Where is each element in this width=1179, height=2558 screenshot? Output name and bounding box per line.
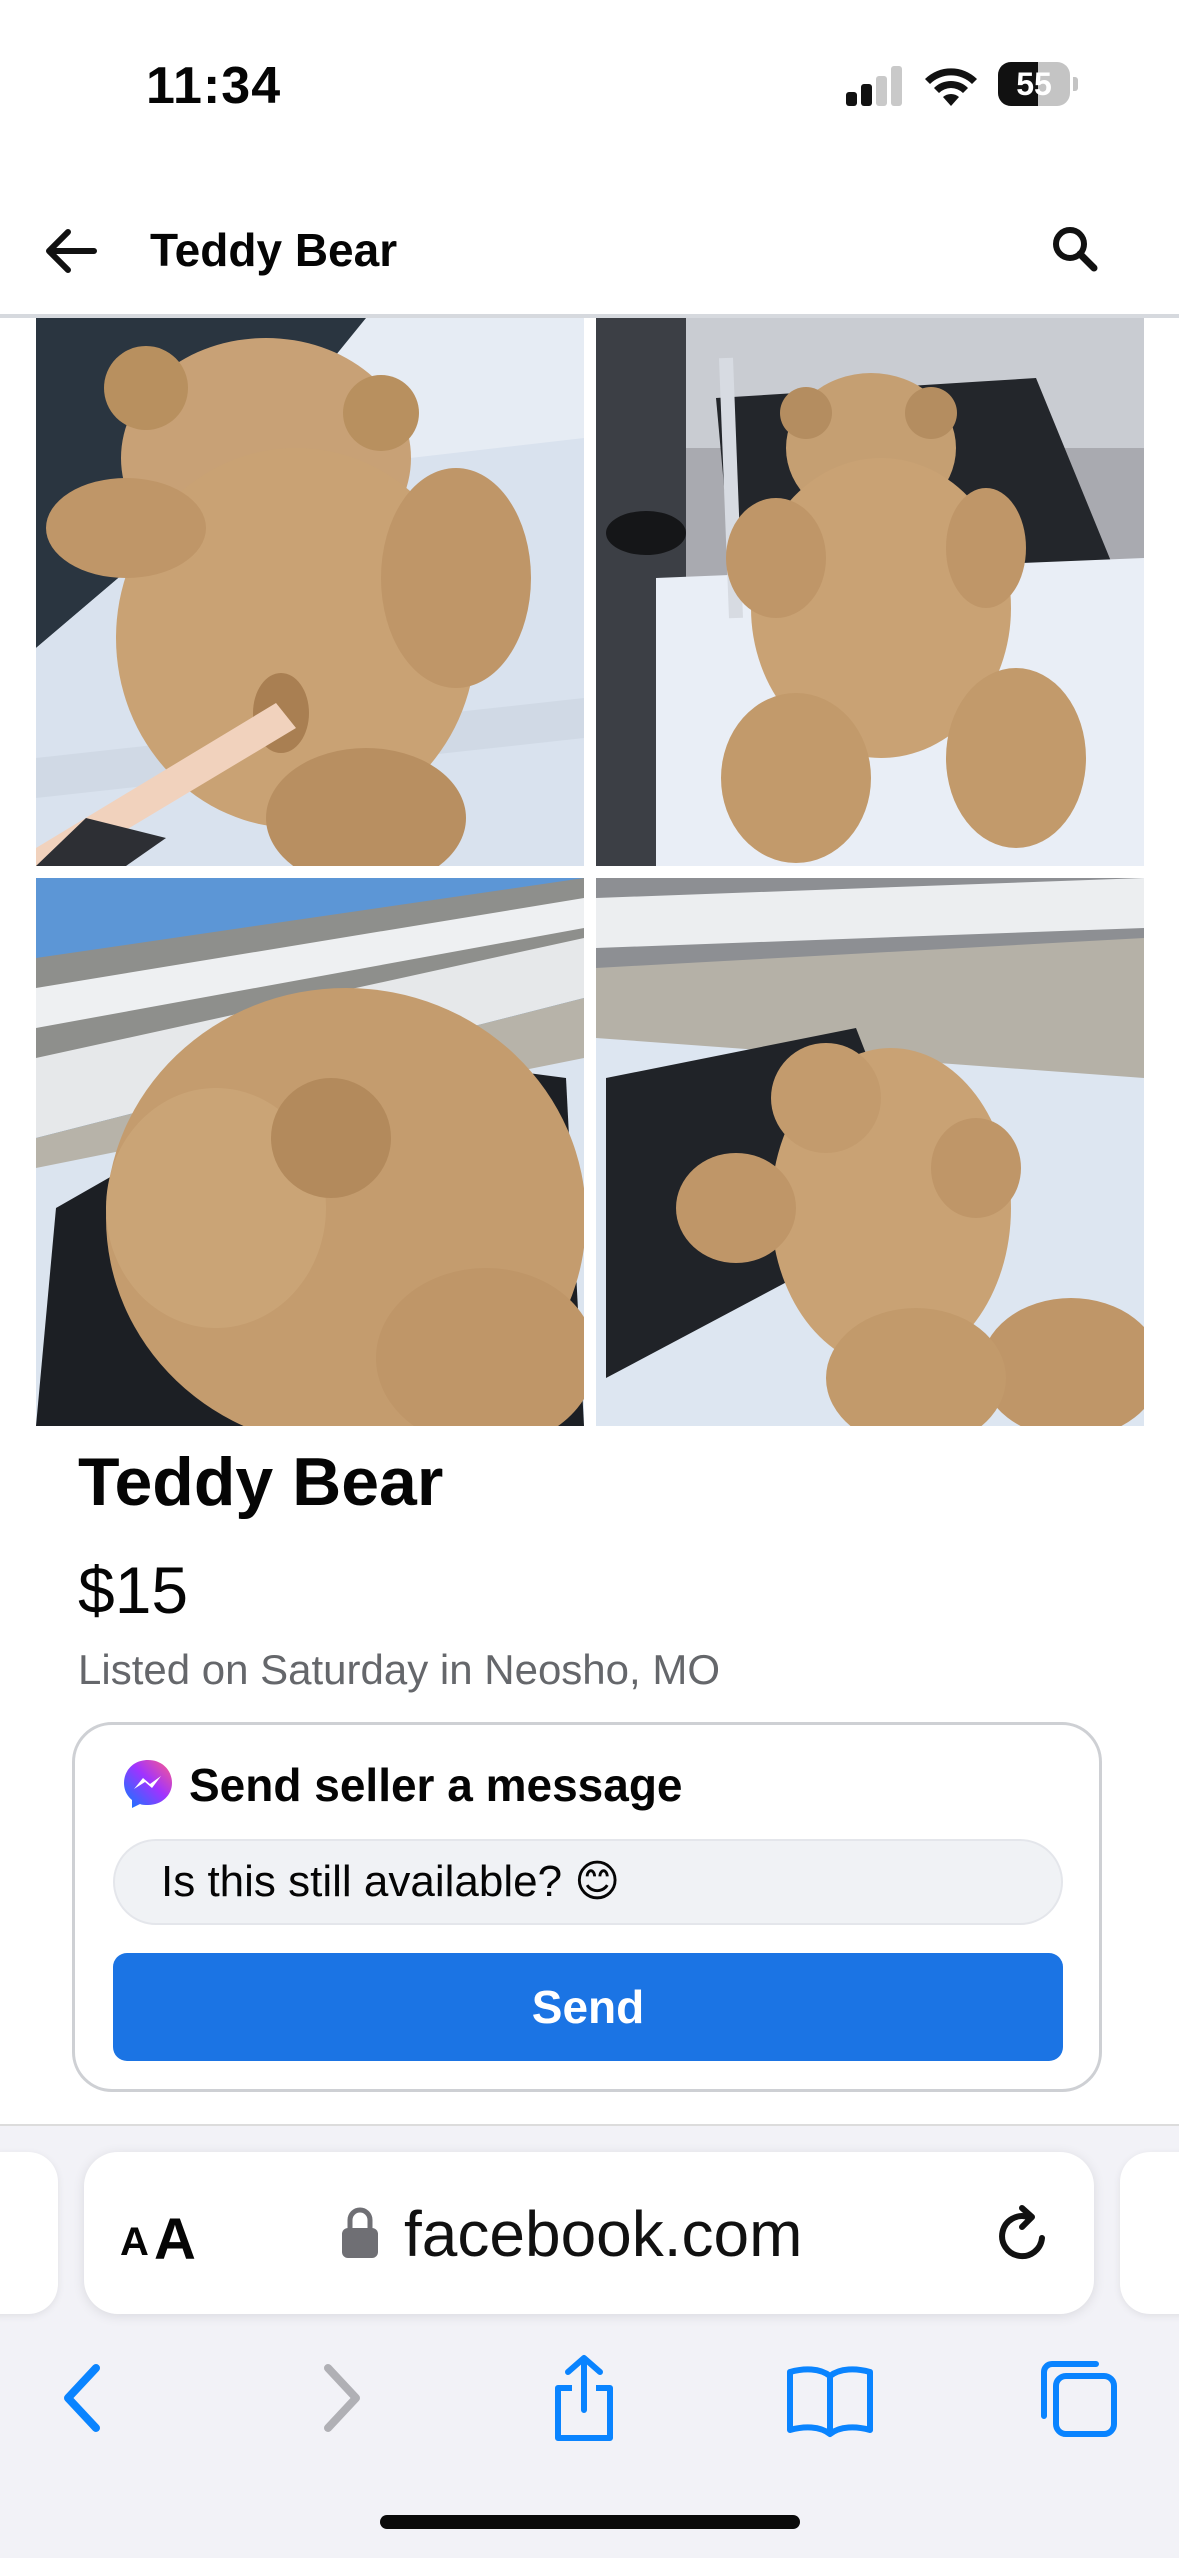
home-indicator [380,2515,800,2529]
text-size-button[interactable]: A A [120,2200,210,2272]
status-bar: 11:34 55 [0,0,1179,170]
book-icon [787,2366,873,2437]
back-arrow-icon[interactable] [38,218,104,284]
text-size-small-glyph: A [120,2220,149,2264]
share-icon [555,2355,613,2441]
listing-photo-2[interactable] [596,318,1144,866]
listing-photo-1[interactable] [36,318,584,866]
share-button[interactable] [536,2350,632,2446]
listing-title: Teddy Bear [78,1444,444,1520]
safari-browser-bar: A A facebook.com [0,2124,1179,2558]
page-title: Teddy Bear [150,224,398,276]
chevron-right-icon [324,2364,360,2432]
browser-forward-button[interactable] [290,2350,386,2446]
messenger-icon [124,1760,172,1808]
battery-icon: 55 [998,62,1078,106]
bookmarks-button[interactable] [782,2350,878,2446]
next-tab-preview[interactable] [1120,2152,1179,2314]
send-button[interactable]: Send [113,1953,1063,2061]
status-time: 11:34 [146,57,282,115]
wifi-icon [925,68,977,106]
listing-photo-4[interactable] [596,878,1144,1426]
tabs-button[interactable] [1030,2350,1126,2446]
address-bar[interactable]: A A facebook.com [84,2152,1094,2314]
tabs-icon [1041,2361,1117,2437]
chevron-left-icon [64,2364,100,2432]
search-icon[interactable] [1048,222,1102,276]
lock-icon [342,2207,378,2258]
listing-meta: Listed on Saturday in Neosho, MO [78,1646,721,1693]
text-size-big-glyph: A [154,2207,196,2272]
message-heading: Send seller a message [189,1759,683,1811]
message-input-value: Is this still available? 😊 [161,1857,621,1906]
reload-icon[interactable] [992,2202,1056,2270]
safari-toolbar [0,2328,1179,2488]
cellular-signal-icon [846,66,906,106]
url-text[interactable]: facebook.com [404,2194,802,2274]
listing-photo-3[interactable] [36,878,584,1426]
message-input[interactable]: Is this still available? 😊 [113,1839,1063,1925]
send-message-card: Send seller a message Is this still avai… [72,1722,1102,2092]
page-header: Teddy Bear [0,190,1179,318]
listing-price: $15 [78,1553,189,1627]
previous-tab-preview[interactable] [0,2152,58,2314]
browser-back-button[interactable] [38,2350,134,2446]
battery-percent: 55 [1016,66,1052,102]
